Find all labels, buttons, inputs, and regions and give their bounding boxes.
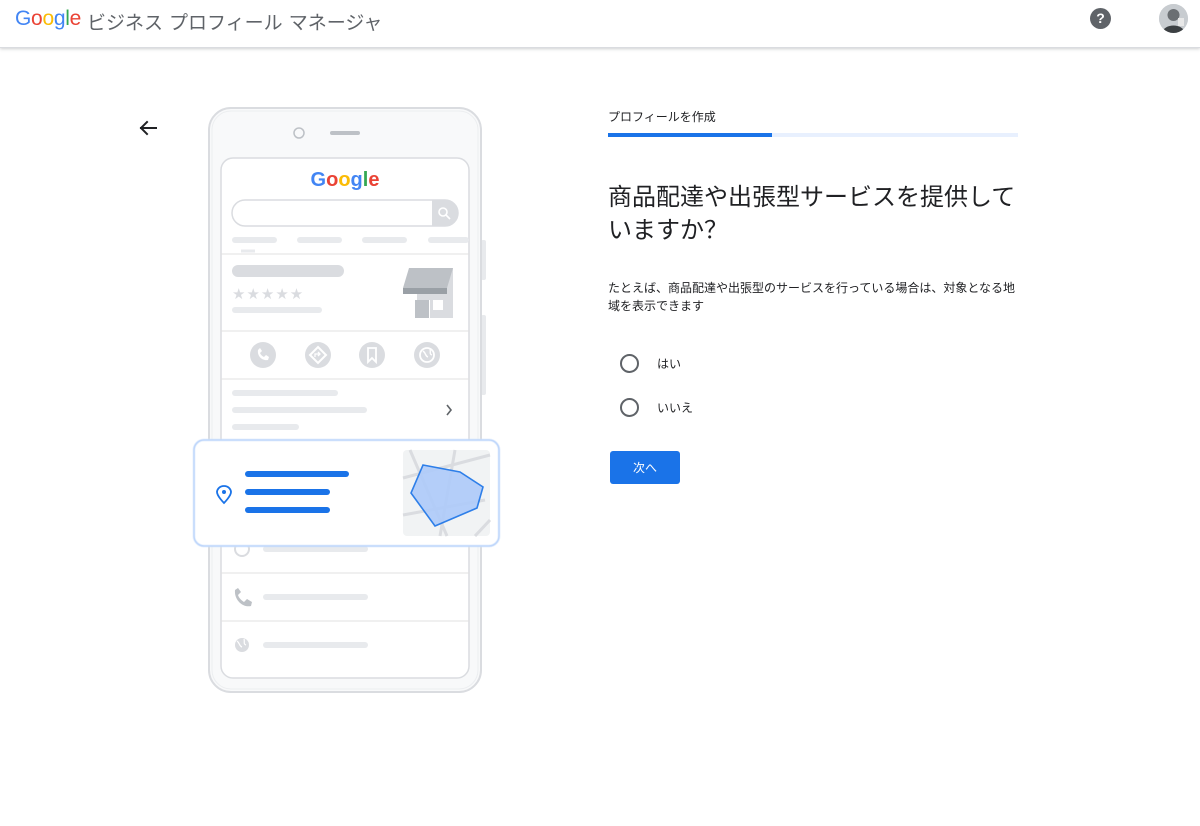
google-logo: Google <box>15 7 81 30</box>
option-yes[interactable]: はい <box>620 341 1018 385</box>
next-button[interactable]: 次へ <box>610 451 680 484</box>
account-avatar[interactable] <box>1159 4 1188 33</box>
option-no[interactable]: いいえ <box>620 385 1018 429</box>
top-app-bar: Google ビジネス プロフィール マネージャ ? <box>0 0 1200 48</box>
option-yes-label: はい <box>657 356 682 371</box>
question-panel: プロフィールを作成 商品配達や出張型サービスを提供していますか？ たとえば、商品… <box>608 100 1018 484</box>
back-arrow-icon[interactable] <box>136 116 160 140</box>
step-label: プロフィールを作成 <box>608 110 716 124</box>
question-description: たとえば、商品配達や出張型のサービスを行っている場合は、対象となる地域を表示でき… <box>608 281 1016 313</box>
illustration-google-logo: Google <box>311 169 380 191</box>
progress-fill <box>608 133 772 137</box>
option-no-label: いいえ <box>657 400 694 415</box>
options-group: はい いいえ <box>608 341 1018 429</box>
progress-bar <box>608 133 1018 137</box>
rating-stars: ★★★★★ <box>232 285 304 303</box>
product-name: ビジネス プロフィール マネージャ <box>87 12 383 34</box>
phone-illustration: Google ★★★★★ <box>185 100 505 704</box>
radio-button-yes[interactable] <box>620 353 639 373</box>
question-heading: 商品配達や出張型サービスを提供していますか？ <box>608 183 1016 244</box>
radio-button-no[interactable] <box>620 397 639 417</box>
help-icon[interactable]: ? <box>1090 8 1111 29</box>
